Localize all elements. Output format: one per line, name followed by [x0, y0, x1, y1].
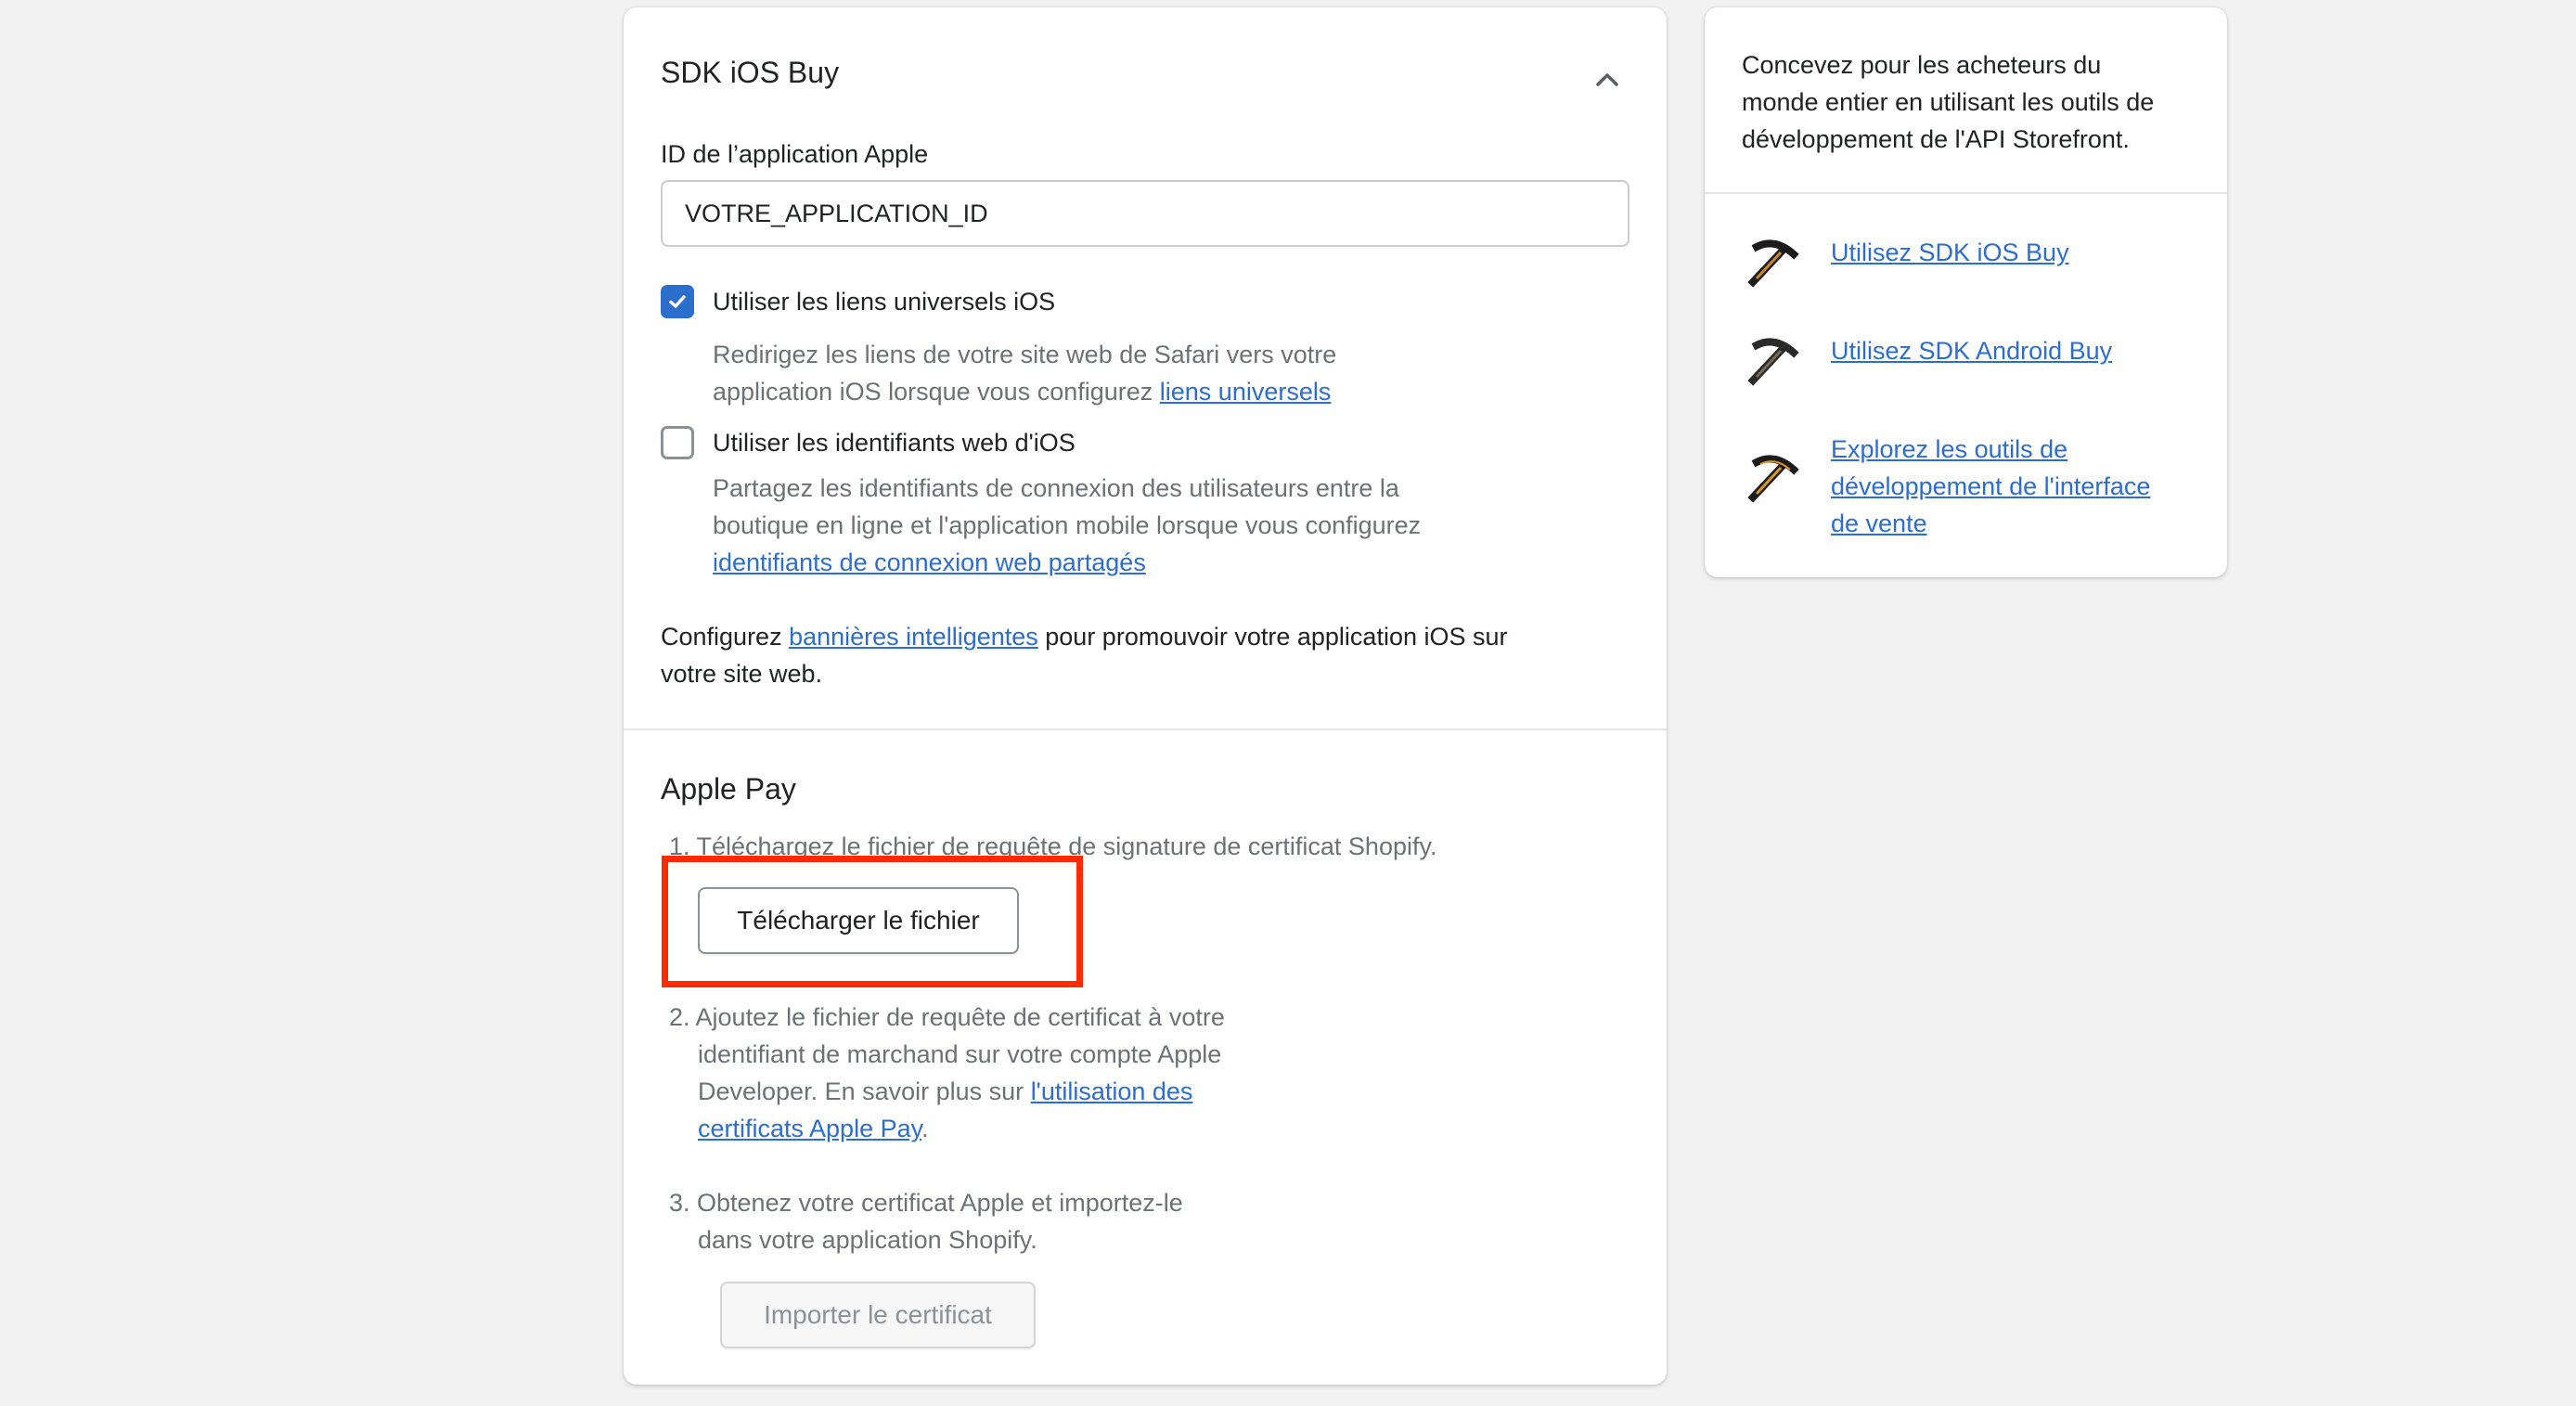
- smart-banner-line2: votre site web.: [661, 660, 823, 688]
- section-divider: [624, 729, 1667, 730]
- smart-banners-link[interactable]: bannières intelligentes: [789, 623, 1038, 651]
- universal-links-description-text: application iOS lorsque vous configurez: [713, 378, 1160, 406]
- universal-links-label: Utiliser les liens universels iOS: [713, 288, 1056, 316]
- apple-pay-certificates-link-part2[interactable]: certificats Apple Pay: [698, 1115, 921, 1142]
- smart-banner-suffix: pour promouvoir votre application iOS su…: [1037, 623, 1508, 651]
- pos-ui-link-group: Explorez les outils de développement de …: [1831, 431, 2150, 542]
- apple-pay-title: Apple Pay: [661, 772, 796, 806]
- app-id-label: ID de l’application Apple: [661, 140, 929, 168]
- import-certificate-button[interactable]: Importer le certificat: [720, 1282, 1036, 1348]
- apple-pay-step3-line2: dans votre application Shopify.: [698, 1226, 1037, 1254]
- sales-channel-settings-card: SDK iOS Buy ID de l’application Apple Ut…: [624, 7, 1667, 1385]
- pos-ui-tools-link-line2[interactable]: développement de l'interface: [1831, 468, 2150, 505]
- pickaxe-icon: [1744, 332, 1801, 390]
- smart-banner-line1: Configurez bannières intelligentes pour …: [661, 618, 1508, 655]
- apple-pay-step2-line4: certificats Apple Pay.: [698, 1110, 929, 1147]
- web-credentials-checkbox[interactable]: [661, 426, 694, 459]
- tool-item-ios-buy: Utilisez SDK iOS Buy: [1744, 234, 2069, 291]
- shared-web-credentials-link[interactable]: identifiants de connexion web partagés: [713, 548, 1146, 576]
- apple-pay-step2-period: .: [921, 1115, 929, 1142]
- web-credentials-label: Utiliser les identifiants web d'iOS: [713, 429, 1075, 457]
- pos-ui-tools-link-line1[interactable]: Explorez les outils de: [1831, 431, 2150, 468]
- checkmark-icon: [669, 295, 686, 308]
- tool-item-android-buy: Utilisez SDK Android Buy: [1744, 332, 2112, 390]
- apple-pay-step2-line3: Developer. En savoir plus sur l'utilisat…: [698, 1073, 1192, 1110]
- apple-pay-certificates-link-part1[interactable]: l'utilisation des: [1031, 1077, 1193, 1105]
- download-file-button[interactable]: Télécharger le fichier: [698, 887, 1019, 954]
- chevron-up-icon[interactable]: [1589, 61, 1626, 98]
- ios-buy-sdk-link[interactable]: Utilisez SDK iOS Buy: [1831, 234, 2069, 271]
- pickaxe-icon: [1744, 449, 1801, 507]
- sidebar-intro-line1: Concevez pour les acheteurs du: [1742, 51, 2102, 79]
- apple-pay-step2-line3-text: Developer. En savoir plus sur: [698, 1077, 1031, 1105]
- tool-item-pos-ui: Explorez les outils de développement de …: [1744, 431, 2150, 542]
- universal-links-link[interactable]: liens universels: [1160, 378, 1332, 406]
- apple-pay-step2-line2: identifiant de marchand sur votre compte…: [698, 1040, 1222, 1068]
- storefront-tools-card: Concevez pour les acheteurs du monde ent…: [1705, 7, 2227, 577]
- web-credentials-description-line2: boutique en ligne et l'application mobil…: [713, 511, 1422, 539]
- pos-ui-tools-link-line3[interactable]: de vente: [1831, 505, 2150, 542]
- pickaxe-icon: [1744, 234, 1801, 291]
- apple-pay-step3-line1: 3. Obtenez votre certificat Apple et imp…: [669, 1189, 1183, 1217]
- android-buy-sdk-link[interactable]: Utilisez SDK Android Buy: [1831, 332, 2112, 369]
- web-credentials-link-line: identifiants de connexion web partagés: [713, 544, 1146, 581]
- smart-banner-prefix: Configurez: [661, 623, 790, 651]
- universal-links-checkbox[interactable]: [661, 285, 694, 318]
- sdk-section-title: SDK iOS Buy: [661, 56, 840, 89]
- sidebar-intro-line3: développement de l'API Storefront.: [1742, 125, 2130, 153]
- sidebar-divider: [1705, 192, 2227, 194]
- universal-links-description-line2: application iOS lorsque vous configurez …: [713, 373, 1331, 410]
- apple-pay-step2-line1: 2. Ajoutez le fichier de requête de cert…: [669, 1003, 1225, 1031]
- web-credentials-description-line1: Partagez les identifiants de connexion d…: [713, 474, 1399, 502]
- universal-links-description-line1: Redirigez les liens de votre site web de…: [713, 341, 1337, 368]
- sidebar-intro-line2: monde entier en utilisant les outils de: [1742, 88, 2155, 116]
- app-id-input[interactable]: [661, 180, 1629, 247]
